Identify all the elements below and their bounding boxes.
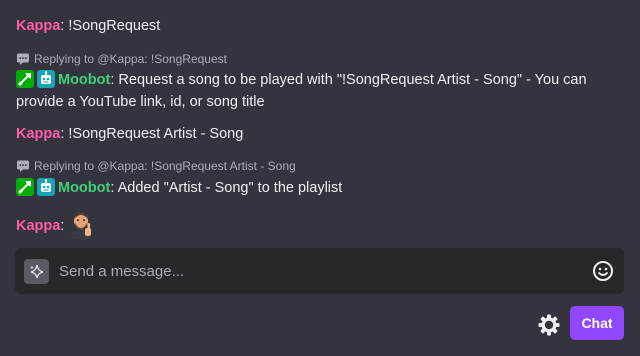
message-text: Request a song to be played with "!SongR… (118, 72, 587, 88)
username-moobot[interactable]: Moobot (58, 180, 110, 196)
chat-message-input[interactable] (59, 248, 579, 294)
sparkle-icon (30, 264, 44, 279)
bot-badge-icon[interactable] (37, 70, 55, 88)
message-colon: : (60, 218, 65, 234)
username-kappa[interactable]: Kappa (16, 18, 60, 34)
emoji-picker-icon[interactable] (592, 260, 614, 282)
chat-message: Kappa: (16, 211, 624, 239)
chat-message: Kappa: !SongRequest Artist - Song (16, 123, 624, 145)
message-text: Added "Artist - Song" to the playlist (117, 180, 343, 196)
reply-text: Replying to @Kappa: !SongRequest (34, 52, 227, 66)
moderator-badge-icon[interactable] (16, 178, 34, 196)
message-colon: : (110, 180, 118, 196)
chat-message: Kappa: !SongRequest (16, 15, 624, 37)
message-text-continued: provide a YouTube link, id, or song titl… (16, 94, 265, 110)
reply-icon (17, 160, 29, 172)
settings-gear-icon[interactable] (537, 313, 561, 337)
chat-panel: Kappa: !SongRequest Replying to @Kappa: … (0, 0, 640, 356)
message-text: !SongRequest (68, 18, 161, 34)
moderator-badge-icon[interactable] (16, 70, 34, 88)
sparkle-button[interactable] (24, 259, 49, 284)
reply-header[interactable]: Replying to @Kappa: !SongRequest Artist … (16, 158, 296, 174)
chat-message: Moobot: Request a song to be played with… (16, 69, 624, 113)
chat-send-button[interactable]: Chat (570, 306, 624, 340)
thumbs-up-emote[interactable] (68, 211, 96, 239)
username-kappa[interactable]: Kappa (16, 218, 60, 234)
chat-message: Moobot: Added "Artist - Song" to the pla… (16, 177, 624, 199)
message-text: !SongRequest Artist - Song (68, 126, 244, 142)
bot-badge-icon[interactable] (37, 178, 55, 196)
message-input-container (15, 248, 624, 294)
reply-header[interactable]: Replying to @Kappa: !SongRequest (16, 51, 227, 67)
username-kappa[interactable]: Kappa (16, 126, 60, 142)
username-moobot[interactable]: Moobot (58, 72, 110, 88)
reply-text: Replying to @Kappa: !SongRequest Artist … (34, 159, 296, 173)
reply-icon (17, 53, 29, 65)
